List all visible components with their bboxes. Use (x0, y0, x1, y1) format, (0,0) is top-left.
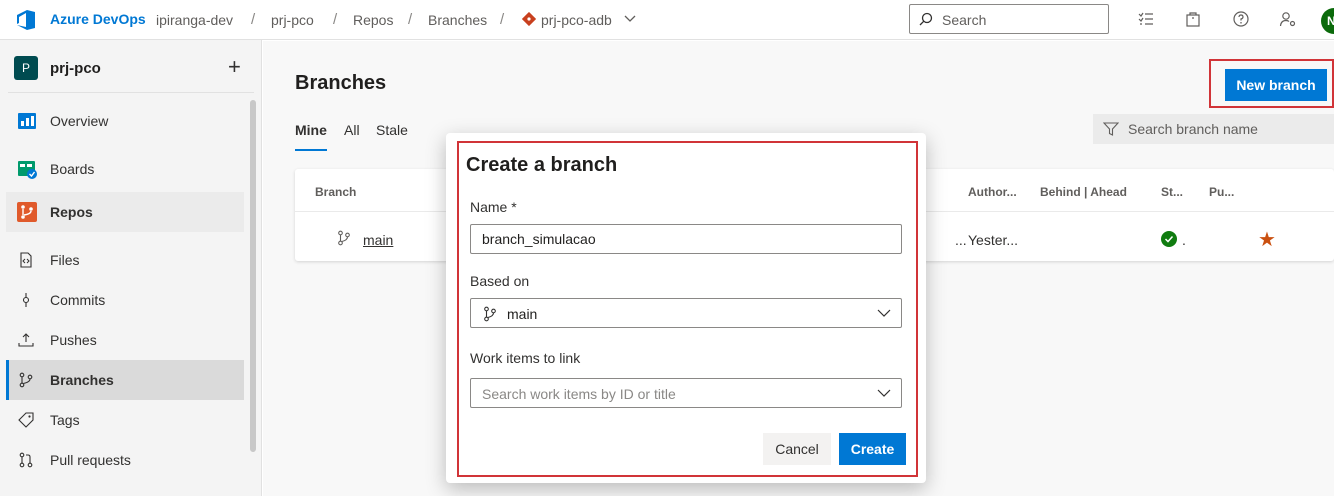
status-success-icon[interactable] (1161, 231, 1177, 247)
sidebar-item-label: Branches (50, 372, 114, 388)
sidebar-item-label: Commits (50, 292, 106, 308)
branch-name-link[interactable]: main (363, 232, 393, 248)
search-input[interactable]: Search (909, 4, 1109, 34)
column-header-branch[interactable]: Branch (315, 185, 356, 199)
page-title: Branches (295, 72, 387, 94)
pull-request-icon (19, 452, 33, 468)
file-code-icon (20, 252, 32, 268)
sidebar-item-commits[interactable]: Commits (6, 280, 244, 320)
project-avatar: P (14, 56, 38, 80)
sidebar-item-label: Repos (50, 204, 93, 220)
sidebar-item-repos[interactable]: Repos (6, 192, 244, 232)
sidebar-item-label: Pull requests (50, 452, 131, 468)
tab-stale[interactable]: Stale (376, 122, 408, 138)
truncated-cell: ... (955, 232, 967, 248)
breadcrumb-separator: / (408, 11, 413, 28)
sidebar-item-boards[interactable]: Boards (6, 149, 244, 189)
author-cell: Yester... (968, 232, 1019, 248)
sidebar-item-label: Tags (50, 412, 80, 428)
azure-devops-logo-icon[interactable] (14, 8, 38, 32)
project-name[interactable]: prj-pco (50, 60, 101, 77)
sidebar-item-tags[interactable]: Tags (6, 400, 244, 440)
breadcrumb-repos[interactable]: Repos (353, 12, 393, 28)
push-icon (18, 333, 34, 347)
help-icon[interactable] (1232, 10, 1250, 28)
sidebar-item-label: Overview (50, 113, 109, 129)
branch-icon (19, 372, 33, 388)
breadcrumb-repo[interactable]: prj-pco-adb (541, 12, 612, 28)
dialog-highlight (457, 141, 918, 477)
tag-icon (18, 412, 34, 428)
new-branch-highlight (1209, 59, 1334, 108)
tab-mine[interactable]: Mine (295, 122, 327, 138)
search-placeholder: Search (942, 12, 987, 28)
filter-icon (1103, 122, 1119, 136)
breadcrumb-separator: / (333, 11, 338, 28)
commit-icon (22, 293, 30, 307)
breadcrumb-separator: / (251, 11, 256, 28)
sidebar-item-label: Pushes (50, 332, 97, 348)
breadcrumb-org[interactable]: ipiranga-dev (156, 12, 233, 28)
sidebar-scrollbar[interactable] (250, 100, 256, 452)
sidebar-item-files[interactable]: Files (6, 240, 244, 280)
boards-icon (18, 161, 37, 179)
git-repo-icon (522, 12, 536, 26)
task-list-icon[interactable] (1137, 10, 1155, 28)
brand-name[interactable]: Azure DevOps (50, 11, 146, 27)
column-header-pull-requests[interactable]: Pu... (1209, 185, 1234, 199)
top-bar: Azure DevOps ipiranga-dev / prj-pco / Re… (0, 0, 1334, 40)
tab-all[interactable]: All (344, 122, 360, 138)
sidebar: P prj-pco + Overview Boards Repos Files … (0, 40, 262, 496)
column-header-behind-ahead[interactable]: Behind | Ahead (1040, 185, 1127, 199)
breadcrumb-separator: / (500, 11, 505, 28)
branch-search-placeholder: Search branch name (1128, 121, 1258, 137)
search-icon (919, 12, 933, 26)
user-settings-icon[interactable] (1279, 10, 1297, 28)
sidebar-item-overview[interactable]: Overview (6, 101, 244, 141)
branch-icon (338, 230, 350, 246)
column-header-status[interactable]: St... (1161, 185, 1183, 199)
shopping-bag-icon[interactable] (1184, 10, 1202, 28)
avatar[interactable]: N (1321, 8, 1334, 34)
sidebar-item-branches[interactable]: Branches (6, 360, 244, 400)
active-tab-indicator (295, 149, 327, 151)
branch-search-input[interactable]: Search branch name (1093, 114, 1334, 144)
divider (8, 92, 254, 93)
repos-icon (17, 202, 37, 222)
sidebar-item-pull-requests[interactable]: Pull requests (6, 440, 244, 480)
chevron-down-icon[interactable] (624, 14, 636, 24)
sidebar-item-pushes[interactable]: Pushes (6, 320, 244, 360)
sidebar-item-label: Files (50, 252, 80, 268)
favorite-star-icon[interactable]: ★ (1258, 227, 1276, 252)
add-icon[interactable]: + (228, 54, 241, 80)
breadcrumb-project[interactable]: prj-pco (271, 12, 314, 28)
column-header-author[interactable]: Author... (968, 185, 1017, 199)
breadcrumb-branches[interactable]: Branches (428, 12, 487, 28)
sidebar-item-label: Boards (50, 161, 95, 177)
status-dot: . (1182, 232, 1186, 248)
overview-icon (18, 113, 36, 129)
